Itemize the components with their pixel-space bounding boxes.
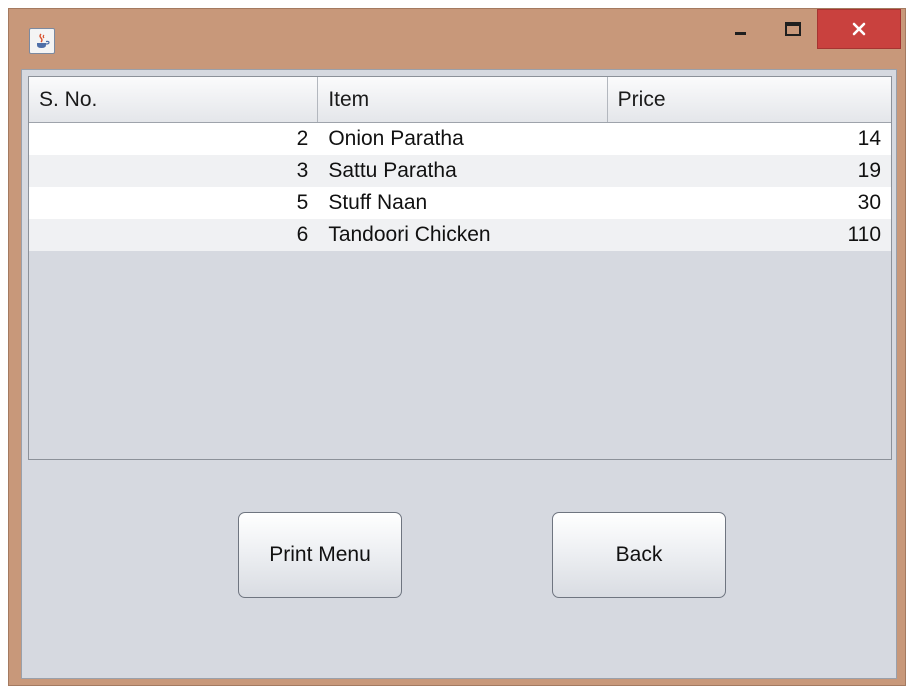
back-button[interactable]: Back: [552, 512, 726, 598]
table-row[interactable]: 6 Tandoori Chicken 110: [29, 219, 891, 251]
table-row[interactable]: 3 Sattu Paratha 19: [29, 155, 891, 187]
java-cup-icon[interactable]: [29, 28, 55, 54]
cell-price: 110: [847, 223, 881, 246]
close-button[interactable]: [817, 9, 901, 49]
table-row[interactable]: 5 Stuff Naan 30: [29, 187, 891, 219]
cell-item: Sattu Paratha: [328, 159, 457, 182]
app-window: S. No. Item Price 2 Onion Paratha 14 3 S…: [8, 8, 906, 686]
table-row[interactable]: 2 Onion Paratha 14: [29, 123, 891, 155]
title-bar[interactable]: [9, 9, 905, 69]
menu-table: S. No. Item Price 2 Onion Paratha 14 3 S…: [28, 76, 892, 460]
maximize-icon: [785, 22, 801, 36]
minimize-icon: [735, 32, 746, 35]
cell-price: 30: [857, 191, 881, 214]
table-header: S. No. Item Price: [29, 77, 891, 123]
table-body: 2 Onion Paratha 14 3 Sattu Paratha 19 5 …: [29, 123, 891, 251]
cell-sno: 5: [296, 191, 309, 214]
cell-sno: 3: [296, 159, 309, 182]
header-item[interactable]: Item: [318, 77, 608, 122]
cell-item: Tandoori Chicken: [328, 223, 491, 246]
header-sno[interactable]: S. No.: [29, 77, 319, 122]
minimize-button[interactable]: [717, 9, 765, 49]
cell-sno: 6: [296, 223, 309, 246]
cell-item: Onion Paratha: [328, 127, 464, 150]
content-panel: S. No. Item Price 2 Onion Paratha 14 3 S…: [21, 69, 897, 679]
maximize-button[interactable]: [769, 9, 817, 49]
cell-price: 14: [857, 127, 881, 150]
cell-item: Stuff Naan: [328, 191, 428, 214]
header-price[interactable]: Price: [608, 77, 891, 122]
print-menu-button[interactable]: Print Menu: [238, 512, 402, 598]
cell-sno: 2: [296, 127, 309, 150]
cell-price: 19: [857, 159, 881, 182]
close-icon: [852, 22, 866, 36]
